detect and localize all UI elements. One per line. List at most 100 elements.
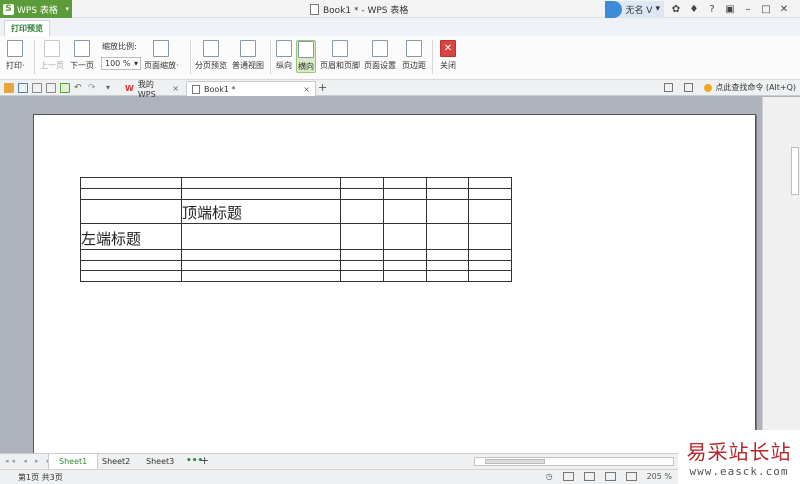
table-cell (340, 223, 384, 250)
portrait-icon (276, 40, 292, 57)
vertical-scrollbar[interactable] (762, 97, 800, 453)
table-cell (181, 177, 341, 189)
print-icon[interactable] (46, 83, 56, 93)
horizontal-scrollbar[interactable] (474, 457, 674, 466)
settings-icon[interactable]: ✿ (670, 4, 682, 15)
tab-print-preview[interactable]: 打印预览 (4, 20, 50, 36)
minimize-button[interactable]: – (742, 4, 754, 15)
page-layout-icon[interactable] (583, 472, 595, 481)
page-zoom-button[interactable]: 页面缩放· (144, 40, 179, 71)
page-break-preview-button[interactable]: 分页预览 (195, 40, 227, 71)
spreadsheet-icon (192, 84, 200, 94)
watermark-url: www.easck.com (689, 465, 789, 478)
print-preview-icon[interactable] (60, 83, 70, 93)
redo-icon[interactable]: ↷ (88, 83, 98, 93)
table-cell (181, 270, 341, 282)
header-footer-icon (332, 40, 348, 57)
app-name: WPS 表格 (17, 5, 58, 16)
divider (432, 40, 433, 74)
close-icon[interactable]: × (303, 85, 310, 94)
site-watermark: 易采站长站 www.easck.com (678, 430, 800, 484)
quick-access-bar: ↶ ↷ ▾ W 我的WPS × Book1 * × + 点此查找命令 (Alt+… (0, 79, 800, 99)
close-icon[interactable]: × (172, 84, 179, 93)
table-cell (383, 260, 427, 271)
chevron-down-icon: ▾ (65, 5, 69, 13)
normal-view-button[interactable]: 普通视图 (232, 40, 264, 71)
tab-my-wps[interactable]: W 我的WPS × (120, 79, 184, 99)
divider (34, 40, 35, 74)
sheet-tab-3[interactable]: Sheet3 (136, 454, 184, 470)
normal-view-icon[interactable] (562, 472, 574, 481)
hide-icon[interactable] (684, 83, 694, 92)
tab-my-wps-label: 我的WPS (137, 79, 156, 99)
add-sheet-icon[interactable]: + (200, 454, 209, 467)
save-as-icon[interactable] (32, 83, 42, 93)
margins-label: 页边距 (402, 61, 426, 70)
normal-view-label: 普通视图 (232, 61, 264, 70)
header-footer-label: 页眉和页脚 (320, 61, 360, 70)
print-button[interactable]: 打印· (6, 40, 25, 71)
zoom-select[interactable]: 100 % ▾ (101, 57, 141, 70)
sheet-tab-1[interactable]: Sheet1 (48, 454, 99, 470)
document-icon (310, 4, 319, 15)
header-footer-button[interactable]: 页眉和页脚 (320, 40, 360, 71)
landscape-button[interactable]: 横向 (296, 40, 316, 73)
table-cell (468, 249, 512, 261)
undo-icon[interactable]: ↶ (74, 83, 84, 93)
tab-book1[interactable]: Book1 * × (186, 81, 316, 96)
table-cell (468, 188, 512, 200)
tab-book1-label: Book1 * (204, 84, 236, 94)
help-icon[interactable]: ? (706, 4, 718, 15)
command-search[interactable]: 点此查找命令 (Alt+Q) (664, 82, 796, 93)
divider (270, 40, 271, 74)
table-cell (383, 223, 427, 250)
margins-button[interactable]: 页边距 (402, 40, 426, 71)
prev-page-button[interactable]: 上一页 (40, 40, 64, 71)
page-break-icon (203, 40, 219, 57)
table-cell (80, 270, 182, 282)
table-cell (383, 199, 427, 224)
next-page-button[interactable]: 下一页 (70, 40, 94, 71)
table-cell (340, 177, 384, 189)
table-cell (383, 177, 427, 189)
user-account-button[interactable]: 无名 V ▾ (605, 0, 664, 18)
table-cell (80, 260, 182, 271)
divider (190, 40, 191, 74)
scrollbar-thumb[interactable] (791, 147, 799, 195)
ribbon-tab-row: 打印预览 (0, 18, 800, 36)
dropdown-icon[interactable]: ▾ (106, 83, 116, 93)
zoom-level: 205 % (646, 472, 672, 481)
new-tab-icon[interactable]: + (318, 81, 327, 94)
table-cell (340, 249, 384, 261)
sheet-tab-2[interactable]: Sheet2 (92, 454, 140, 470)
next-page-icon (74, 40, 90, 57)
table-cell (181, 249, 341, 261)
window-title-text: Book1 * - WPS 表格 (323, 6, 409, 16)
restore-icon[interactable]: ▣ (724, 4, 736, 15)
preview-mode-icon[interactable] (625, 472, 637, 481)
close-preview-button[interactable]: ✕ 关闭 (440, 40, 456, 71)
page-setup-label: 页面设置 (364, 61, 396, 70)
landscape-icon (298, 41, 314, 58)
close-window-button[interactable]: ✕ (778, 4, 790, 15)
command-search-label: 点此查找命令 (Alt+Q) (715, 83, 796, 92)
table-cell (426, 188, 469, 200)
open-icon[interactable] (4, 83, 14, 93)
chevron-down-icon: ▾ (133, 59, 138, 68)
page-setup-button[interactable]: 页面设置 (364, 40, 396, 71)
skin-icon[interactable]: ♦ (688, 4, 700, 15)
app-menu-button[interactable]: S WPS 表格 ▾ (0, 0, 72, 18)
page-setup-icon (372, 40, 388, 57)
clock-icon[interactable]: ◷ (546, 472, 553, 481)
avatar (605, 0, 623, 18)
save-icon[interactable] (18, 83, 28, 93)
margins-icon (406, 40, 422, 57)
scrollbar-thumb[interactable] (485, 459, 545, 464)
page-break-icon[interactable] (604, 472, 616, 481)
table-cell (468, 177, 512, 189)
portrait-button[interactable]: 纵向 (276, 40, 292, 71)
table-cell (80, 188, 182, 200)
view-icon[interactable] (664, 83, 674, 92)
maximize-button[interactable]: □ (760, 4, 772, 15)
table-cell (426, 249, 469, 261)
